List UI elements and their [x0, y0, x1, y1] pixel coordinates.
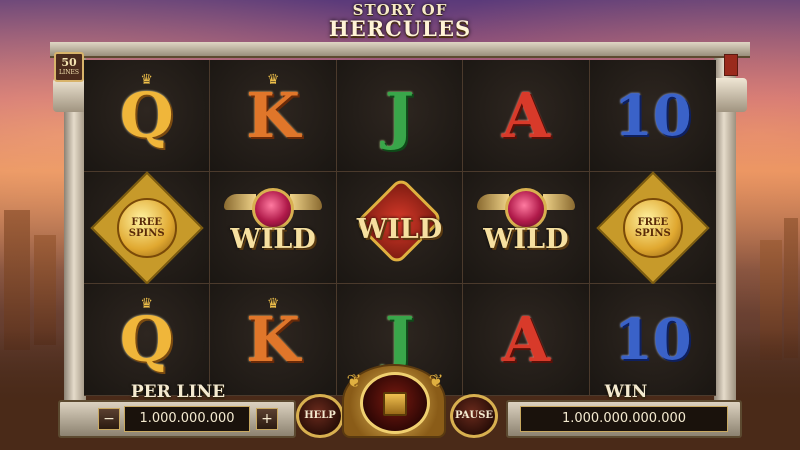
laurel-icon: ❦ — [346, 371, 362, 392]
wild-symbol: WILD — [218, 187, 328, 268]
symbol-k: K — [246, 78, 301, 152]
menu-corner-icon[interactable] — [724, 54, 738, 76]
symbol-q: Q — [119, 302, 174, 376]
increase-bet-button[interactable]: + — [256, 408, 278, 430]
wing-icon — [542, 193, 575, 210]
help-button[interactable]: HELP — [296, 394, 344, 438]
pause-button[interactable]: PAUSE — [450, 394, 498, 438]
reel-cell: ♛ Q — [84, 60, 211, 172]
lines-label: LINES — [58, 69, 80, 76]
title-line-2: HERCULES — [328, 16, 472, 41]
bottom-bar: PER LINE WIN − 1.000.000.000 + HELP ❦ ❦ … — [58, 364, 742, 438]
free-spins-disc: FREE SPINS — [116, 197, 177, 258]
symbol-k: K — [246, 302, 301, 376]
reel-cell: WILD — [463, 172, 590, 284]
ruin-column — [34, 235, 56, 345]
frame-top-beam — [50, 42, 750, 58]
symbol-j: J — [384, 302, 415, 376]
free-spins-label: FREE — [637, 216, 669, 228]
free-spins-symbol: FREE SPINS — [90, 170, 204, 285]
crown-icon: ♛ — [140, 72, 153, 88]
wild-symbol: WILD — [471, 187, 581, 268]
symbol-a: A — [501, 302, 550, 376]
lines-badge: 50 LINES — [54, 52, 84, 82]
free-spins-disc: FREE SPINS — [622, 197, 683, 258]
decrease-bet-button[interactable]: − — [98, 408, 120, 430]
reel-cell: WILD — [336, 172, 464, 284]
symbol-10: 10 — [613, 306, 692, 373]
win-value: 1.000.000.000.000 — [520, 406, 728, 432]
ruin-column — [4, 210, 30, 350]
stop-square-icon — [383, 392, 407, 416]
reel-cell: FREE SPINS — [84, 170, 211, 285]
reel-cell: ♛ K — [210, 60, 337, 172]
per-line-label: PER LINE — [130, 382, 226, 402]
wild-symbol: WILD — [344, 175, 454, 268]
bet-value: 1.000.000.000 — [124, 406, 250, 432]
crown-icon: ♛ — [266, 72, 280, 88]
free-spins-label: SPINS — [128, 227, 165, 239]
win-label: WIN — [604, 382, 648, 402]
symbol-10: 10 — [613, 82, 692, 149]
symbol-q: Q — [119, 78, 174, 152]
symbol-j: J — [384, 78, 415, 152]
reel-cell: WILD — [210, 172, 337, 284]
lines-count: 50 — [61, 56, 77, 69]
wild-label: WILD — [356, 213, 443, 245]
reel-cell: A — [463, 60, 590, 172]
crown-icon: ♛ — [140, 296, 153, 312]
reel-cell: J — [336, 60, 464, 172]
crown-icon: ♛ — [266, 296, 280, 312]
wing-icon — [290, 193, 323, 210]
free-spins-label: FREE — [131, 216, 163, 228]
reel-grid: ♛ Q ♛ K J A 10 FREE SPINS WILD WILD WILD FREE SPINS ♛ Q… — [84, 60, 716, 396]
reel-cell: FREE SPINS — [589, 170, 716, 285]
laurel-icon: ❦ — [428, 371, 444, 392]
free-spins-symbol: FREE SPINS — [596, 170, 710, 285]
wild-label: WILD — [483, 223, 569, 255]
reel-cell: 10 — [589, 60, 716, 172]
game-title: STORY OF HERCULES — [300, 2, 500, 42]
symbol-a: A — [501, 78, 550, 152]
free-spins-label: SPINS — [634, 227, 671, 239]
wild-label: WILD — [230, 223, 316, 255]
